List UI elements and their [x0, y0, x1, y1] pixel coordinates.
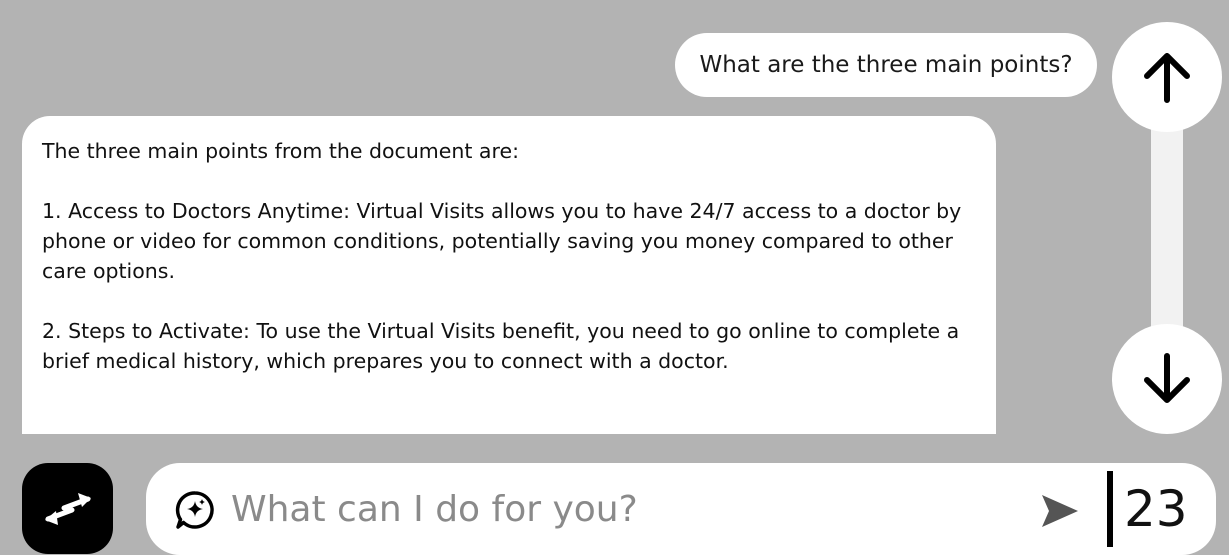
scroll-track[interactable] — [1151, 100, 1183, 360]
send-button[interactable] — [1036, 487, 1084, 535]
cursor-divider — [1107, 471, 1113, 547]
assistant-intro-text: The three main points from the document … — [42, 139, 519, 163]
scroll-down-button[interactable] — [1112, 324, 1222, 434]
assistant-point-1: 1. Access to Doctors Anytime: Virtual Vi… — [42, 199, 962, 283]
swap-button[interactable] — [22, 463, 113, 554]
character-counter: 23 — [1124, 480, 1188, 538]
message-input-bar: 23 — [146, 463, 1216, 555]
chat-sparkle-icon — [175, 491, 214, 529]
user-message-text: What are the three main points? — [699, 52, 1073, 78]
arrow-up-icon — [1144, 53, 1190, 103]
swap-arrows-icon — [44, 492, 91, 525]
assistant-message-bubble: The three main points from the document … — [22, 116, 996, 434]
message-input[interactable] — [231, 475, 1011, 543]
arrow-down-icon — [1144, 353, 1190, 403]
assistant-point-2: 2. Steps to Activate: To use the Virtual… — [42, 319, 960, 373]
scroll-up-button[interactable] — [1112, 22, 1222, 132]
send-icon — [1042, 495, 1078, 527]
user-message-bubble: What are the three main points? — [675, 33, 1097, 97]
